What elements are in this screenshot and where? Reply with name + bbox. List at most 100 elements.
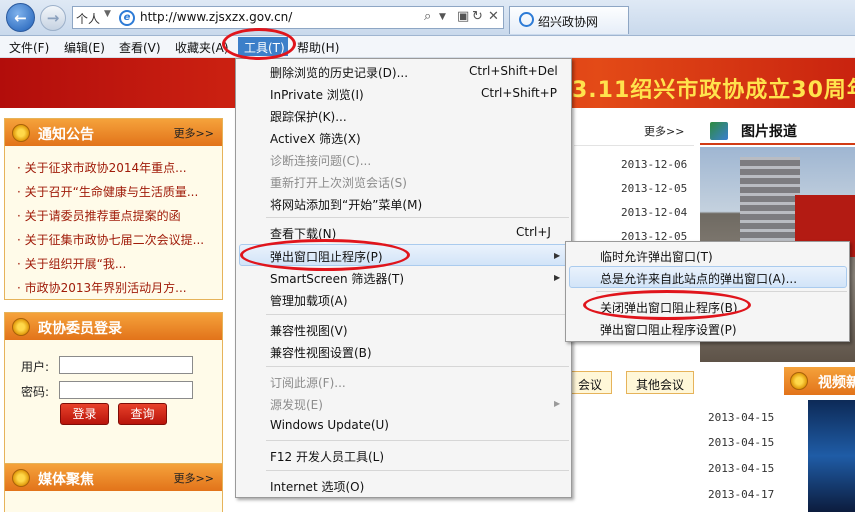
list-item[interactable]: · 关于征集市政协七届二次会议提... xyxy=(17,231,217,248)
menu-item-always-allow-popups[interactable]: 总是允许来自此站点的弹出窗口(A)... xyxy=(600,270,797,287)
pictures-header: 图片报道 xyxy=(700,117,855,145)
photo-icon xyxy=(710,122,728,140)
compat-view-icon[interactable]: ▣ xyxy=(457,9,469,24)
shortcut-text: Ctrl+Shift+P xyxy=(481,86,557,100)
menu-item-compat-view-settings[interactable]: 兼容性视图设置(B) xyxy=(270,344,372,361)
menu-view[interactable]: 查看(V) xyxy=(119,39,161,56)
menu-item-delete-history[interactable]: 删除浏览的历史记录(D)... xyxy=(270,64,408,81)
refresh-icon[interactable]: ↻ xyxy=(472,9,483,24)
menu-item-diagnose: 诊断连接问题(C)... xyxy=(270,154,372,168)
banner-text: 3.11绍兴市政协成立30周年 xyxy=(572,78,855,103)
menu-separator xyxy=(266,314,569,315)
tab-title: 绍兴政协网 xyxy=(538,15,599,29)
list-item[interactable]: · 关于召开“生命健康与生活质量... xyxy=(17,183,217,200)
chevron-right-icon: ▶ xyxy=(554,273,561,282)
menu-item-temp-allow-popups[interactable]: 临时允许弹出窗口(T) xyxy=(600,248,713,265)
panel-title: 媒体聚焦 xyxy=(38,472,94,488)
query-button[interactable]: 查询 xyxy=(118,403,167,425)
video-header: 视频新 xyxy=(784,367,855,395)
tab-active[interactable]: 绍兴政协网 xyxy=(509,6,629,34)
chevron-down-icon[interactable]: ▼ xyxy=(439,12,446,22)
menu-item-activex-filter[interactable]: ActiveX 筛选(X) xyxy=(270,130,361,147)
chevron-right-icon: ▶ xyxy=(554,251,561,260)
menu-item-popup-blocker-settings[interactable]: 弹出窗口阻止程序设置(P) xyxy=(600,321,737,338)
panel-title: 通知公告 xyxy=(38,127,94,143)
list-item[interactable]: · 关于请委员推荐重点提案的函 xyxy=(17,207,217,224)
emblem-icon xyxy=(12,124,30,142)
forward-button[interactable]: → xyxy=(40,5,66,31)
panel-title: 视频新 xyxy=(818,375,855,391)
arrow-right-icon: → xyxy=(46,9,60,27)
menu-favorites[interactable]: 收藏夹(A) xyxy=(175,39,229,56)
browser-toolbar: ← → 个人 ▼ e http://www.zjsxzx.gov.cn/ ⌕ ▼… xyxy=(0,0,855,36)
menu-help[interactable]: 帮助(H) xyxy=(297,39,339,56)
password-input[interactable] xyxy=(59,381,193,399)
photo-building xyxy=(740,157,800,247)
password-label: 密码: xyxy=(21,385,50,399)
conference-date: 2013-04-15 xyxy=(708,436,775,449)
chevron-right-icon: ▶ xyxy=(554,399,561,408)
list-item[interactable]: · 市政协2013年界别活动月方... xyxy=(17,279,217,296)
more-link[interactable]: 更多>> xyxy=(174,470,214,486)
stop-icon[interactable]: ✕ xyxy=(488,9,499,24)
back-button[interactable]: ← xyxy=(6,3,35,32)
divider xyxy=(574,145,694,146)
username-input[interactable] xyxy=(59,356,193,374)
list-item[interactable]: · 关于征求市政协2014年重点... xyxy=(17,159,217,176)
shortcut-text: Ctrl+J xyxy=(516,225,551,239)
username-label: 用户: xyxy=(21,360,50,374)
panel-title: 图片报道 xyxy=(741,124,797,140)
menu-item-f12-devtools[interactable]: F12 开发人员工具(L) xyxy=(270,448,384,465)
annotation-circle-turn-off xyxy=(583,290,751,320)
notice-panel: 通知公告 更多>> · 关于征求市政协2014年重点... · 关于召开“生命健… xyxy=(4,118,223,300)
menu-item-feed-discovery: 源发现(E) xyxy=(270,398,323,412)
tab-conference[interactable]: 会议 xyxy=(568,371,613,394)
shortcut-text: Ctrl+Shift+Del xyxy=(469,64,558,78)
menu-edit[interactable]: 编辑(E) xyxy=(64,39,105,56)
tab-other-conference[interactable]: 其他会议 xyxy=(626,371,695,394)
tools-menu: 删除浏览的历史记录(D)... Ctrl+Shift+Del InPrivate… xyxy=(235,58,572,498)
panel-title: 政协委员登录 xyxy=(38,321,122,337)
menu-separator xyxy=(266,470,569,471)
more-link[interactable]: 更多>> xyxy=(644,123,684,139)
ie-page-icon xyxy=(519,12,534,27)
menu-bar: 文件(F) 编辑(E) 查看(V) 收藏夹(A) 工具(T) 帮助(H) xyxy=(0,36,855,58)
menu-separator xyxy=(266,440,569,441)
conference-date: 2013-04-15 xyxy=(708,462,775,475)
chevron-down-icon[interactable]: ▼ xyxy=(104,9,111,19)
login-button[interactable]: 登录 xyxy=(60,403,109,425)
menu-item-manage-addons[interactable]: 管理加载项(A) xyxy=(270,292,348,309)
search-icon[interactable]: ⌕ xyxy=(424,9,431,24)
menu-item-smartscreen[interactable]: SmartScreen 筛选器(T) xyxy=(270,270,404,287)
media-panel: 媒体聚焦 更多>> xyxy=(4,463,223,512)
menu-separator xyxy=(266,217,569,218)
list-item[interactable]: · 关于组织开展“我... xyxy=(17,255,217,272)
conference-date: 2013-04-17 xyxy=(708,488,775,501)
menu-separator xyxy=(266,366,569,367)
video-thumbnail[interactable] xyxy=(808,400,855,512)
arrow-left-icon: ← xyxy=(14,8,27,27)
zone-label[interactable]: 个人 xyxy=(76,10,100,27)
news-date: 2013-12-05 xyxy=(621,182,688,195)
emblem-icon xyxy=(12,318,30,336)
emblem-icon xyxy=(790,372,808,390)
menu-item-tracking-protection[interactable]: 跟踪保护(K)... xyxy=(270,108,347,125)
annotation-circle-popup-blocker xyxy=(240,239,410,271)
more-link[interactable]: 更多>> xyxy=(174,125,214,141)
panel-header: 通知公告 更多>> xyxy=(5,119,222,146)
url-text[interactable]: http://www.zjsxzx.gov.cn/ xyxy=(140,10,292,24)
menu-item-compat-view[interactable]: 兼容性视图(V) xyxy=(270,322,348,339)
ie-page-icon: e xyxy=(119,10,135,26)
annotation-circle-tools xyxy=(222,28,296,60)
menu-item-subscribe-feed: 订阅此源(F)... xyxy=(270,376,346,390)
conference-date: 2013-04-15 xyxy=(708,411,775,424)
panel-header: 政协委员登录 xyxy=(5,313,222,340)
menu-item-internet-options[interactable]: Internet 选项(O) xyxy=(270,478,364,495)
panel-header: 媒体聚焦 更多>> xyxy=(5,464,222,491)
menu-item-inprivate[interactable]: InPrivate 浏览(I) xyxy=(270,86,364,103)
menu-item-add-to-start[interactable]: 将网站添加到“开始”菜单(M) xyxy=(270,196,422,213)
emblem-icon xyxy=(12,469,30,487)
menu-item-windows-update[interactable]: Windows Update(U) xyxy=(270,418,389,432)
address-bar[interactable]: 个人 ▼ e http://www.zjsxzx.gov.cn/ ⌕ ▼ ▣ ↻… xyxy=(72,6,504,29)
menu-file[interactable]: 文件(F) xyxy=(9,39,49,56)
